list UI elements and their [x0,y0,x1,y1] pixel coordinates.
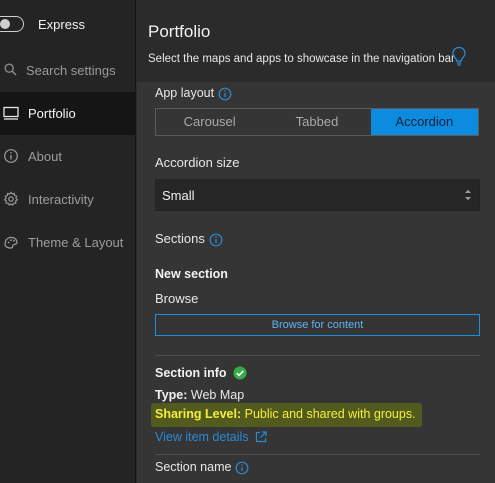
sharing-level-line: Sharing Level: Public and shared with gr… [151,403,422,427]
info-circle-icon [4,149,18,163]
page-description: Select the maps and apps to showcase in … [148,53,455,65]
express-mode-row: Express [0,0,136,48]
accordion-size-value: Small [162,188,195,203]
type-label: Type: [155,388,188,402]
info-icon[interactable] [218,87,232,101]
express-label: Express [38,17,85,32]
search-settings [0,54,136,84]
new-section-label: New section [155,267,228,281]
sidebar-item-about[interactable]: About [0,135,136,178]
accordion-size-label: Accordion size [155,155,240,170]
app-layout-label: App layout [155,86,215,100]
check-circle-icon [233,366,247,380]
panel-content: App layout Carousel Tabbed Accordion Acc… [145,82,495,483]
sidebar-item-label: Portfolio [28,106,76,121]
layout-option-carousel[interactable]: Carousel [156,109,263,135]
sidebar-item-portfolio[interactable]: Portfolio [0,92,136,135]
accordion-size-select[interactable]: Small [155,179,480,211]
section-name-label: Section name [155,460,232,474]
browse-for-content-button[interactable]: Browse for content [155,314,480,336]
layout-option-accordion[interactable]: Accordion [370,109,478,135]
view-item-details-link[interactable]: View item details [155,430,267,444]
divider [155,355,480,356]
sidebar-item-label: Interactivity [28,192,94,207]
sharing-label: Sharing Level: [155,407,242,421]
type-line: Type: Web Map [155,388,244,402]
view-item-details-label: View item details [155,430,249,444]
toggle-knob [0,18,10,29]
info-icon[interactable] [209,233,223,247]
lightbulb-icon[interactable] [451,46,467,68]
external-link-icon [255,431,267,443]
browse-label: Browse [155,291,199,306]
sidebar-item-label: Theme & Layout [28,235,124,250]
section-info-label: Section info [155,366,227,380]
search-icon [4,63,17,76]
divider [155,454,480,455]
gear-icon [3,191,19,206]
palette-icon [4,236,18,249]
page-title: Portfolio [148,22,211,41]
section-info-heading: Section info [155,366,247,380]
section-name-heading: Section name [155,460,249,475]
sidebar-item-label: About [28,149,62,164]
type-value: Web Map [190,388,245,402]
layout-segmented-control: Carousel Tabbed Accordion [155,108,479,136]
search-input[interactable] [26,60,132,80]
sections-heading: Sections [155,231,223,247]
sharing-value: Public and shared with groups. [244,407,416,421]
sidebar-item-theme-layout[interactable]: Theme & Layout [0,221,136,264]
sidebar-item-interactivity[interactable]: Interactivity [0,178,136,221]
sections-label: Sections [155,231,205,246]
layout-option-tabbed[interactable]: Tabbed [263,109,370,135]
sidebar: Express Portfolio About Interactivity Th… [0,0,136,483]
monitor-icon [3,106,19,120]
settings-panel: Portfolio Select the maps and apps to sh… [137,0,495,483]
express-toggle[interactable] [0,16,24,32]
app-layout-heading: App layout [155,86,232,101]
panel-header: Portfolio Select the maps and apps to sh… [137,0,495,82]
info-icon[interactable] [235,461,249,475]
select-arrows-icon [465,189,471,201]
